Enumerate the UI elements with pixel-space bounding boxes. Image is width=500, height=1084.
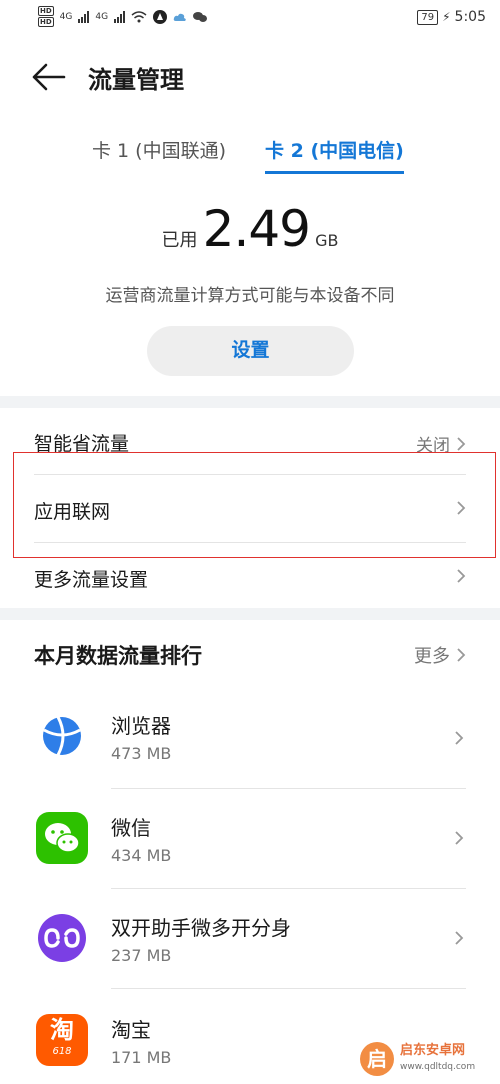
app-name: 双开助手微多开分身 [111, 916, 291, 940]
list-item-app-wechat[interactable]: 微信 434 MB [0, 788, 500, 888]
battery-icon: 79 [417, 9, 439, 25]
usage-summary: 已用 2.49 GB [0, 200, 500, 258]
network-type: 4G [95, 11, 109, 22]
app-size: 171 MB [111, 1048, 172, 1067]
sim-tabs: 卡 1 (中国联通) 卡 2 (中国电信) [0, 136, 500, 176]
chevron-right-icon [455, 831, 464, 845]
row-label: 更多流量设置 [34, 569, 149, 591]
watermark-text: 启东安卓网 www.qdltdq.com [400, 1043, 475, 1075]
usage-unit: GB [315, 231, 339, 250]
taobao-icon: 淘 618 [36, 1014, 88, 1066]
browser-icon [36, 710, 88, 762]
more-label: 更多 [414, 646, 450, 667]
dual-app-icon [36, 912, 88, 964]
status-right: 79 ⚡ 5:05 [417, 9, 486, 25]
watermark-name: 启东安卓网 [400, 1043, 466, 1058]
network-type: 4G [59, 11, 73, 22]
hd-icon: HD [38, 6, 54, 16]
chevron-right-icon [455, 731, 464, 745]
chevron-right-icon [457, 648, 466, 662]
wechat-icon [36, 812, 88, 864]
list-item-app-browser[interactable]: 浏览器 473 MB [0, 688, 500, 788]
tab-sim-2[interactable]: 卡 2 (中国电信) [265, 136, 404, 174]
app-size: 473 MB [111, 744, 172, 763]
more-link[interactable]: 更多 [414, 642, 466, 668]
taobao-icon-char: 淘 [50, 1016, 74, 1044]
hd-indicators: HD HD [38, 6, 54, 27]
chevron-right-icon [455, 931, 464, 945]
signal-icon [78, 10, 90, 23]
status-left: HD HD 4G 4G [38, 6, 208, 27]
hd-icon: HD [38, 17, 54, 27]
app-name: 微信 [111, 816, 151, 840]
highlight-box [13, 452, 496, 558]
usage-value: 2.49 [202, 200, 311, 258]
app-name: 淘宝 [111, 1018, 151, 1042]
charging-icon: ⚡ [442, 10, 451, 24]
usage-note: 运营商流量计算方式可能与本设备不同 [105, 286, 395, 306]
list-item-app-dual[interactable]: 双开助手微多开分身 237 MB [0, 888, 500, 988]
cloud-icon [173, 13, 186, 21]
clock: 5:05 [454, 9, 486, 25]
status-bar: HD HD 4G 4G 79 ⚡ 5:05 [0, 0, 500, 40]
section-divider [0, 608, 500, 620]
row-value [456, 568, 466, 584]
chevron-right-icon [457, 436, 466, 451]
settings-button[interactable]: 设置 [147, 326, 354, 376]
app-size: 237 MB [111, 946, 172, 965]
tab-sim-1[interactable]: 卡 1 (中国联通) [92, 136, 226, 171]
app-notification-icon [153, 9, 168, 24]
taobao-icon-sub: 618 [52, 1046, 72, 1057]
app-name: 浏览器 [111, 714, 171, 738]
page-title: 流量管理 [88, 66, 184, 94]
wifi-icon [131, 10, 147, 22]
chevron-right-icon [457, 569, 466, 583]
section-divider [0, 396, 500, 408]
usage-prefix: 已用 [161, 230, 198, 251]
app-size: 434 MB [111, 846, 172, 865]
back-arrow-icon[interactable] [30, 62, 66, 92]
watermark: 启 启东安卓网 www.qdltdq.com [360, 1040, 492, 1078]
section-title: 本月数据流量排行 [34, 644, 202, 668]
watermark-logo: 启 [360, 1042, 394, 1076]
header: 流量管理 [0, 58, 500, 98]
watermark-url: www.qdltdq.com [400, 1062, 476, 1072]
wechat-notification-icon [193, 11, 208, 22]
signal-icon [114, 10, 126, 23]
